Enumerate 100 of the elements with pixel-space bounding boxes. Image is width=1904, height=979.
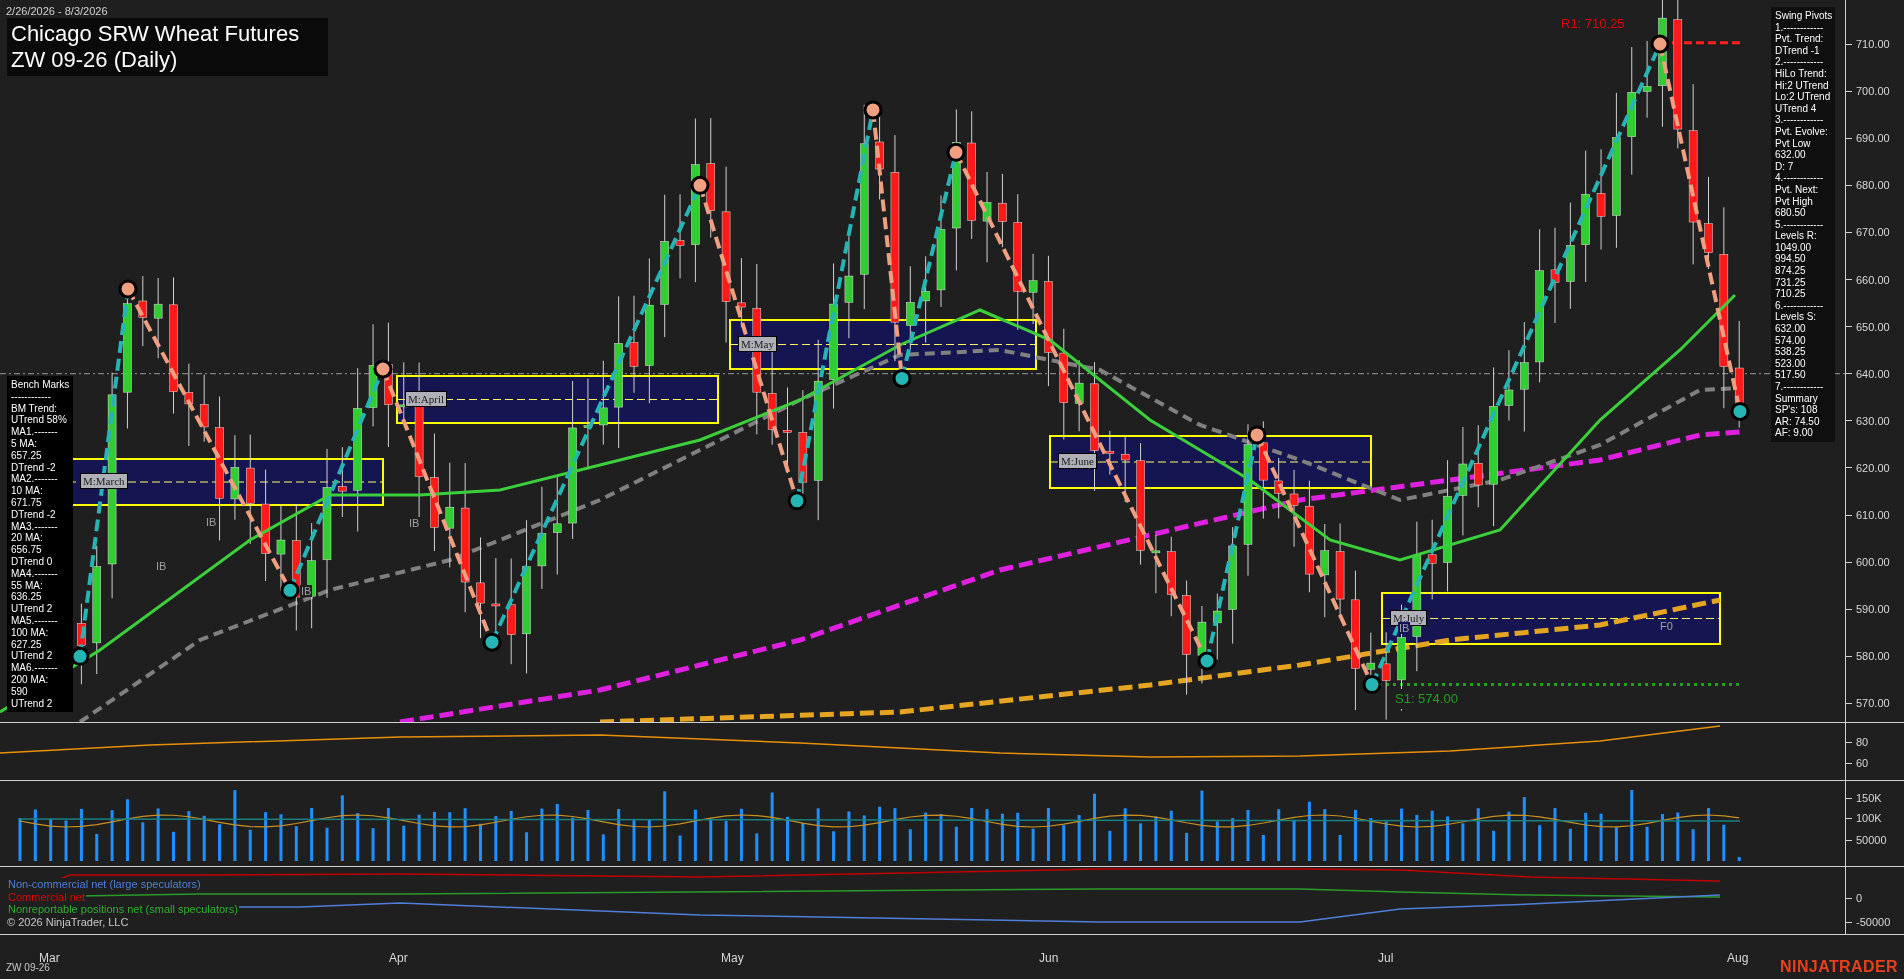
panel-text: Hi:2 UTrend [1775, 79, 1830, 92]
panel-text: Lo:2 UTrend [1775, 91, 1831, 103]
axis-label: 600.00 [1856, 555, 1890, 570]
instrument-label: ZW 09-26 [6, 961, 50, 975]
panel-text: DTrend 0 [11, 555, 54, 568]
panel-text: MA3.------- [11, 520, 59, 533]
panel-text: Pvt Low [1775, 137, 1812, 150]
panel-text: 574.00 [1775, 334, 1807, 347]
month-label: M:June [1058, 453, 1097, 469]
chart-subtitle: ZW 09-26 (Daily) [11, 47, 179, 73]
panel-text: DTrend -2 [11, 461, 57, 474]
support-label: S1: 574.00 [1394, 689, 1459, 709]
axis-label: 150K [1856, 791, 1882, 805]
panel-text: 538.25 [1775, 346, 1807, 358]
axis-label: 710.00 [1856, 37, 1890, 51]
brand-logo: NINJATRADER [1780, 957, 1898, 977]
panel-text: 680.50 [1775, 207, 1807, 219]
panel-text: 731.25 [1775, 276, 1807, 289]
axis-label: 620.00 [1856, 460, 1890, 475]
panel-text: UTrend 2 [11, 650, 54, 663]
chart-title: Chicago SRW Wheat Futures [11, 21, 301, 47]
chart-marker: IB [408, 517, 421, 529]
panel-text: Pvt High [1775, 195, 1814, 208]
panel-text: 5 MA: [11, 438, 39, 450]
panel-text: 6.------------ [1775, 299, 1825, 312]
panel-text: 994.50 [1775, 253, 1807, 266]
axis-label: 680.00 [1856, 178, 1890, 193]
panel-text: 55 MA: [11, 579, 44, 592]
panel-text: MA5.------- [11, 614, 59, 627]
panel-text: 671.75 [11, 496, 43, 509]
chart-marker: IB [300, 585, 313, 597]
chart-marker: IB [205, 516, 218, 528]
panel-text: 523.00 [1775, 357, 1807, 370]
panel-text: DTrend -1 [1775, 44, 1821, 57]
panel-text: AR: 74.50 [1775, 415, 1821, 428]
legend-label: Non-commercial net (large speculators) [7, 878, 202, 891]
panel-text: Levels S: [1775, 311, 1818, 324]
axis-label: 650.00 [1856, 319, 1890, 334]
panel-text: 874.25 [1775, 265, 1807, 277]
copyright-text: © 2026 NinjaTrader, LLC [7, 915, 129, 929]
panel-text: 10 MA: [11, 485, 44, 497]
axis-label: Jul [1378, 950, 1394, 967]
panel-text: UTrend 2 [11, 603, 54, 615]
panel-text: Pvt. Evolve: [1775, 125, 1829, 138]
axis-label: 660.00 [1856, 272, 1890, 287]
axis-label: 590.00 [1856, 602, 1890, 617]
axis-label: 100K [1856, 811, 1882, 825]
panel-text: AF: 9.00 [1775, 427, 1814, 439]
panel-text: Levels R: [1775, 230, 1818, 242]
axis-label: 60 [1856, 756, 1869, 770]
panel-text: 636.25 [11, 591, 43, 604]
axis-label: Aug [1727, 950, 1749, 967]
panel-text: Summary [1775, 392, 1819, 405]
panel-text: MA4.------- [11, 567, 59, 580]
axis-label: 80 [1856, 735, 1869, 749]
panel-text: Swing Pivots [1775, 10, 1831, 22]
panel-text: 657.25 [11, 449, 43, 462]
panel-text: ------------ [11, 390, 52, 403]
panel-text: 590 [11, 685, 29, 698]
panel-text: 2.------------ [1775, 56, 1825, 68]
axis-label: -50000 [1856, 915, 1891, 929]
panel-text: Pvt. Trend: [1775, 33, 1825, 45]
panel-text: MA6.------- [11, 662, 59, 674]
panel-text: 7.------------ [1775, 381, 1825, 393]
axis-label: 570.00 [1856, 696, 1890, 711]
chart-marker: F0 [1660, 619, 1673, 634]
panel-text: 1049.00 [1775, 241, 1813, 254]
axis-label: 50000 [1856, 833, 1887, 847]
panel-text: 632.00 [1775, 149, 1807, 161]
chart-marker: IB [1398, 622, 1411, 634]
panel-text: MA1.------- [11, 426, 59, 438]
axis-label: 630.00 [1856, 413, 1890, 428]
axis-label: 640.00 [1856, 366, 1890, 381]
axis-label: 690.00 [1856, 131, 1890, 146]
panel-text: Pvt. Next: [1775, 183, 1820, 196]
axis-label: 700.00 [1856, 84, 1890, 99]
axis-label: Jun [1039, 950, 1059, 967]
panel-text: 710.25 [1775, 288, 1807, 300]
panel-text: D: 7 [1775, 160, 1795, 173]
axis-label: 0 [1856, 891, 1863, 905]
axis-label: 670.00 [1856, 225, 1890, 240]
axis-label: 610.00 [1856, 508, 1890, 522]
panel-text: 4.------------ [1775, 172, 1825, 184]
panel-text: HiLo Trend: [1775, 67, 1828, 80]
chart-marker: IB [155, 560, 168, 572]
axis-label: Apr [389, 950, 408, 967]
panel-text: DTrend -2 [11, 508, 57, 521]
date-range: 2/26/2026 - 8/3/2026 [6, 4, 108, 19]
panel-text: 627.25 [11, 638, 43, 651]
panel-text: 517.50 [1775, 369, 1807, 381]
panel-text: UTrend 58% [11, 414, 68, 427]
panel-text: 656.75 [11, 544, 43, 556]
panel-text: 200 MA: [11, 673, 50, 686]
panel-text: 100 MA: [11, 626, 50, 639]
legend-label: Nonreportable positions net (small speculators) [7, 903, 239, 916]
panel-text: SP's: 108 [1775, 404, 1819, 416]
panel-text: 632.00 [1775, 323, 1807, 335]
resistance-label: R1: 710.25 [1561, 15, 1625, 33]
axis-label: 580.00 [1856, 649, 1890, 664]
axis-label: May [721, 950, 744, 967]
